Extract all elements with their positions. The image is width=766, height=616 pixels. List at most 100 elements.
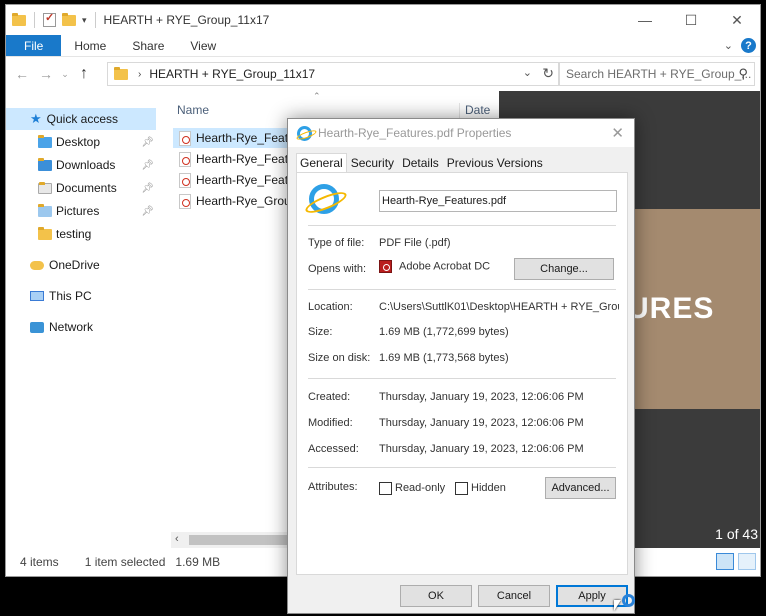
search-placeholder: Search HEARTH + RYE_Group_... — [566, 67, 752, 81]
sidebar-item-downloads[interactable]: Downloads 📌︎ — [6, 154, 156, 176]
acrobat-icon — [379, 260, 392, 273]
customize-toolbar-icon[interactable]: ▾ — [82, 15, 87, 26]
sidebar-item-onedrive[interactable]: OneDrive — [6, 254, 156, 276]
help-icon[interactable]: ? — [741, 38, 756, 53]
file-row[interactable]: Hearth-Rye_Group_ — [173, 191, 303, 211]
selection-size: 1.69 MB — [175, 555, 221, 569]
hidden-label[interactable]: Hidden — [471, 482, 506, 494]
pictures-icon — [38, 203, 52, 217]
modified-label: Modified: — [308, 417, 353, 429]
page-indicator: 1 of 43 — [715, 526, 758, 542]
address-row: ← → ⌄ ↑ › HEARTH + RYE_Group_11x17 ⌄ ↻ S… — [6, 61, 760, 87]
file-row[interactable]: Hearth-Rye_Featur — [173, 128, 303, 148]
mouse-pointer-icon — [614, 600, 621, 611]
tab-home[interactable]: Home — [61, 35, 119, 56]
new-folder-icon[interactable] — [62, 12, 76, 26]
minimize-button[interactable]: — — [622, 5, 668, 35]
filename-field[interactable] — [379, 190, 617, 212]
address-bar[interactable]: › HEARTH + RYE_Group_11x17 ⌄ ↻ — [107, 62, 559, 86]
address-dropdown-icon[interactable]: ⌄ — [523, 66, 532, 79]
quick-access-toolbar: ▾ — [6, 5, 98, 35]
sidebar-item-this-pc[interactable]: This PC — [6, 285, 156, 307]
pdf-file-icon — [179, 130, 191, 146]
tab-view[interactable]: View — [177, 35, 229, 56]
this-pc-icon — [30, 291, 44, 301]
desktop-icon — [38, 134, 52, 148]
forward-arrow-icon[interactable]: → — [34, 66, 58, 82]
location-label: Location: — [308, 301, 353, 313]
onedrive-icon — [30, 260, 44, 270]
breadcrumb-chevron-icon[interactable]: › — [138, 69, 141, 80]
read-only-label[interactable]: Read-only — [395, 482, 445, 494]
folder-icon — [114, 66, 128, 80]
recent-locations-icon[interactable]: ⌄ — [58, 69, 72, 80]
sidebar-item-label: Quick access — [46, 112, 119, 126]
breadcrumb[interactable]: HEARTH + RYE_Group_11x17 — [149, 67, 315, 81]
tab-security[interactable]: Security — [347, 153, 398, 173]
size-on-disk-value: 1.69 MB (1,773,568 bytes) — [379, 352, 509, 364]
file-name: Hearth-Rye_Featur — [196, 131, 299, 145]
tab-file[interactable]: File — [6, 35, 62, 56]
refresh-icon[interactable]: ↻ — [542, 65, 554, 82]
pin-icon[interactable]: 📌︎ — [141, 137, 154, 148]
sidebar-item-quick-access[interactable]: ★ Quick access — [6, 108, 156, 130]
tab-share[interactable]: Share — [119, 35, 177, 56]
dialog-title-bar: Hearth-Rye_Features.pdf Properties ✕ — [288, 119, 634, 147]
accessed-value: Thursday, January 19, 2023, 12:06:06 PM — [379, 443, 584, 455]
pdf-file-icon — [179, 151, 191, 167]
read-only-checkbox[interactable] — [379, 482, 392, 495]
back-arrow-icon[interactable]: ← — [10, 66, 34, 82]
sidebar-item-pictures[interactable]: Pictures 📌︎ — [6, 200, 156, 222]
scroll-left-icon[interactable]: ‹ — [175, 533, 179, 545]
hidden-checkbox[interactable] — [455, 482, 468, 495]
file-row[interactable]: Hearth-Rye_Featur — [173, 149, 303, 169]
cancel-button[interactable]: Cancel — [478, 585, 550, 607]
properties-dialog: Hearth-Rye_Features.pdf Properties ✕ Gen… — [287, 118, 635, 614]
column-header-name[interactable]: Name — [177, 103, 209, 117]
dialog-tabs: General Security Details Previous Versio… — [296, 153, 626, 173]
accessed-label: Accessed: — [308, 443, 359, 455]
created-label: Created: — [308, 391, 351, 403]
advanced-button[interactable]: Advanced... — [545, 477, 616, 499]
sidebar-item-label: Network — [49, 320, 94, 334]
sidebar-item-documents[interactable]: Documents 📌︎ — [6, 177, 156, 199]
dialog-close-button[interactable]: ✕ — [611, 124, 624, 142]
search-input[interactable]: Search HEARTH + RYE_Group_... ⚲ — [559, 62, 755, 86]
column-header-date-modified[interactable]: Date m — [459, 103, 499, 131]
sidebar-item-label: testing — [56, 227, 92, 241]
pin-icon[interactable]: 📌︎ — [141, 206, 154, 217]
tab-general[interactable]: General — [296, 153, 347, 173]
sidebar-item-desktop[interactable]: Desktop 📌︎ — [6, 131, 156, 153]
details-view-icon[interactable] — [716, 553, 734, 570]
dialog-title: Hearth-Rye_Features.pdf Properties — [318, 126, 512, 140]
file-row[interactable]: Hearth-Rye_Featur — [173, 170, 303, 190]
downloads-icon — [38, 157, 52, 171]
type-of-file-label: Type of file: — [308, 237, 365, 249]
change-button[interactable]: Change... — [514, 258, 614, 280]
tab-previous-versions[interactable]: Previous Versions — [443, 153, 547, 173]
close-button[interactable]: ✕ — [714, 5, 760, 35]
expand-ribbon-icon[interactable]: ⌄ — [724, 39, 733, 52]
sidebar-item-testing[interactable]: testing — [6, 223, 156, 245]
folder-icon — [38, 226, 52, 240]
sidebar-item-network[interactable]: Network — [6, 316, 156, 338]
pdf-file-icon — [179, 193, 191, 209]
large-icons-view-icon[interactable] — [738, 553, 756, 570]
pin-icon[interactable]: 📌︎ — [141, 183, 154, 194]
sidebar-item-label: OneDrive — [49, 258, 100, 272]
ok-button[interactable]: OK — [400, 585, 472, 607]
general-tab-panel: Type of file: PDF File (.pdf) Opens with… — [296, 172, 628, 575]
pin-icon[interactable]: 📌︎ — [141, 160, 154, 171]
sidebar-item-label: This PC — [49, 289, 92, 303]
file-type-icon — [309, 184, 339, 214]
maximize-button[interactable]: ☐ — [668, 5, 714, 35]
star-icon: ★ — [30, 111, 42, 126]
tab-details[interactable]: Details — [398, 153, 443, 173]
divider — [308, 467, 616, 468]
scrollbar-thumb[interactable] — [189, 535, 299, 545]
properties-icon[interactable] — [43, 11, 56, 27]
preview-text: URES — [627, 292, 715, 325]
pdf-file-icon — [179, 172, 191, 188]
up-arrow-icon[interactable]: ↑ — [72, 65, 96, 83]
divider — [308, 378, 616, 379]
